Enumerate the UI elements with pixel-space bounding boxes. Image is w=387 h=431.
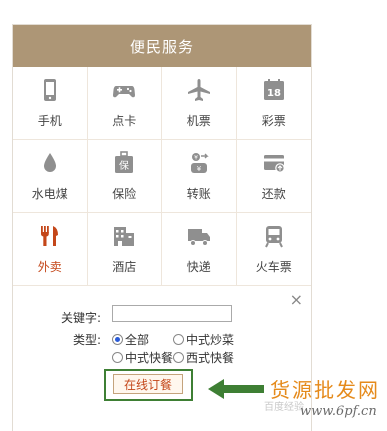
svg-text:¥: ¥ — [194, 154, 198, 161]
service-grid: 手机 点卡 机票 18 彩票 水电煤 保 保险 ¥ ¥ 转账 还款 外卖 酒店 … — [13, 67, 311, 286]
type-radio-chinese-fastfood[interactable]: 中式快餐 — [112, 349, 173, 366]
service-label: 外卖 — [37, 259, 62, 274]
service-label: 水电煤 — [31, 186, 68, 201]
convenience-services-panel: 便民服务 手机 点卡 机票 18 彩票 水电煤 保 保险 ¥ ¥ 转账 还款 外… — [12, 24, 312, 431]
service-tile-flight[interactable]: 机票 — [162, 67, 237, 140]
train-icon — [264, 225, 283, 247]
service-label: 酒店 — [112, 259, 137, 274]
lottery-18-icon: 18 — [263, 78, 284, 100]
service-tile-transfer[interactable]: ¥ ¥ 转账 — [162, 140, 237, 213]
svg-text:保: 保 — [119, 159, 129, 172]
svg-text:¥: ¥ — [197, 165, 202, 173]
service-tile-game-card[interactable]: 点卡 — [87, 67, 162, 140]
insurance-shield-icon: 保 — [115, 150, 134, 173]
order-online-button[interactable]: 在线订餐 — [113, 374, 183, 394]
credit-card-icon — [263, 154, 285, 173]
gamepad-icon — [113, 85, 136, 97]
delivery-truck-icon — [187, 228, 210, 246]
service-label: 转账 — [186, 186, 211, 201]
mobile-phone-icon — [43, 78, 56, 101]
service-tile-lottery[interactable]: 18 彩票 — [236, 67, 311, 140]
service-tile-insurance[interactable]: 保 保险 — [87, 140, 162, 213]
radio-icon[interactable] — [112, 352, 123, 363]
airplane-icon — [187, 78, 210, 101]
service-label: 火车票 — [255, 259, 292, 274]
keyword-label: 关键字: — [61, 311, 102, 325]
fork-knife-icon — [40, 225, 58, 246]
radio-label: 中式快餐 — [125, 351, 174, 365]
svg-text:18: 18 — [267, 88, 281, 99]
type-radio-western-fastfood[interactable]: 西式快餐 — [173, 349, 234, 366]
money-transfer-icon: ¥ ¥ — [190, 152, 209, 173]
service-tile-mobile[interactable]: 手机 — [13, 67, 88, 140]
service-tile-train[interactable]: 火车票 — [236, 213, 311, 286]
service-label: 点卡 — [112, 113, 137, 128]
service-tile-takeout[interactable]: 外卖 — [13, 213, 88, 286]
panel-title: 便民服务 — [129, 37, 194, 56]
service-label: 还款 — [261, 186, 286, 201]
hotel-building-icon — [114, 226, 135, 246]
water-drop-icon — [43, 152, 56, 172]
radio-icon[interactable] — [173, 352, 184, 363]
pointer-arrow-icon — [208, 379, 264, 399]
service-tile-utilities[interactable]: 水电煤 — [13, 140, 88, 213]
type-label: 类型: — [73, 333, 102, 347]
keyword-input[interactable] — [112, 305, 232, 322]
radio-label: 西式快餐 — [186, 351, 235, 365]
watermark-faint: 百度经验 — [264, 402, 304, 413]
service-label: 快递 — [186, 259, 211, 274]
type-radio-chinese-stirfry[interactable]: 中式炒菜 — [173, 331, 234, 348]
service-tile-repayment[interactable]: 还款 — [236, 140, 311, 213]
radio-label: 中式炒菜 — [186, 333, 235, 347]
service-tile-hotel[interactable]: 酒店 — [87, 213, 162, 286]
type-radio-all[interactable]: 全部 — [112, 331, 149, 348]
service-label: 保险 — [112, 186, 137, 201]
close-icon[interactable]: × — [290, 292, 303, 308]
panel-header: 便民服务 — [13, 25, 311, 67]
service-label: 手机 — [37, 113, 62, 128]
service-tile-express[interactable]: 快递 — [162, 213, 237, 286]
takeout-search-form: × 关键字: 类型: 全部 中式炒菜 中式快餐 西式快餐 在线订餐 — [13, 286, 311, 409]
service-label: 彩票 — [261, 113, 286, 128]
watermark-url: www.6pf.cn — [300, 404, 377, 419]
service-label: 机票 — [186, 113, 211, 128]
radio-icon[interactable] — [173, 334, 184, 345]
radio-checked-icon[interactable] — [112, 334, 123, 345]
radio-label: 全部 — [125, 333, 150, 347]
